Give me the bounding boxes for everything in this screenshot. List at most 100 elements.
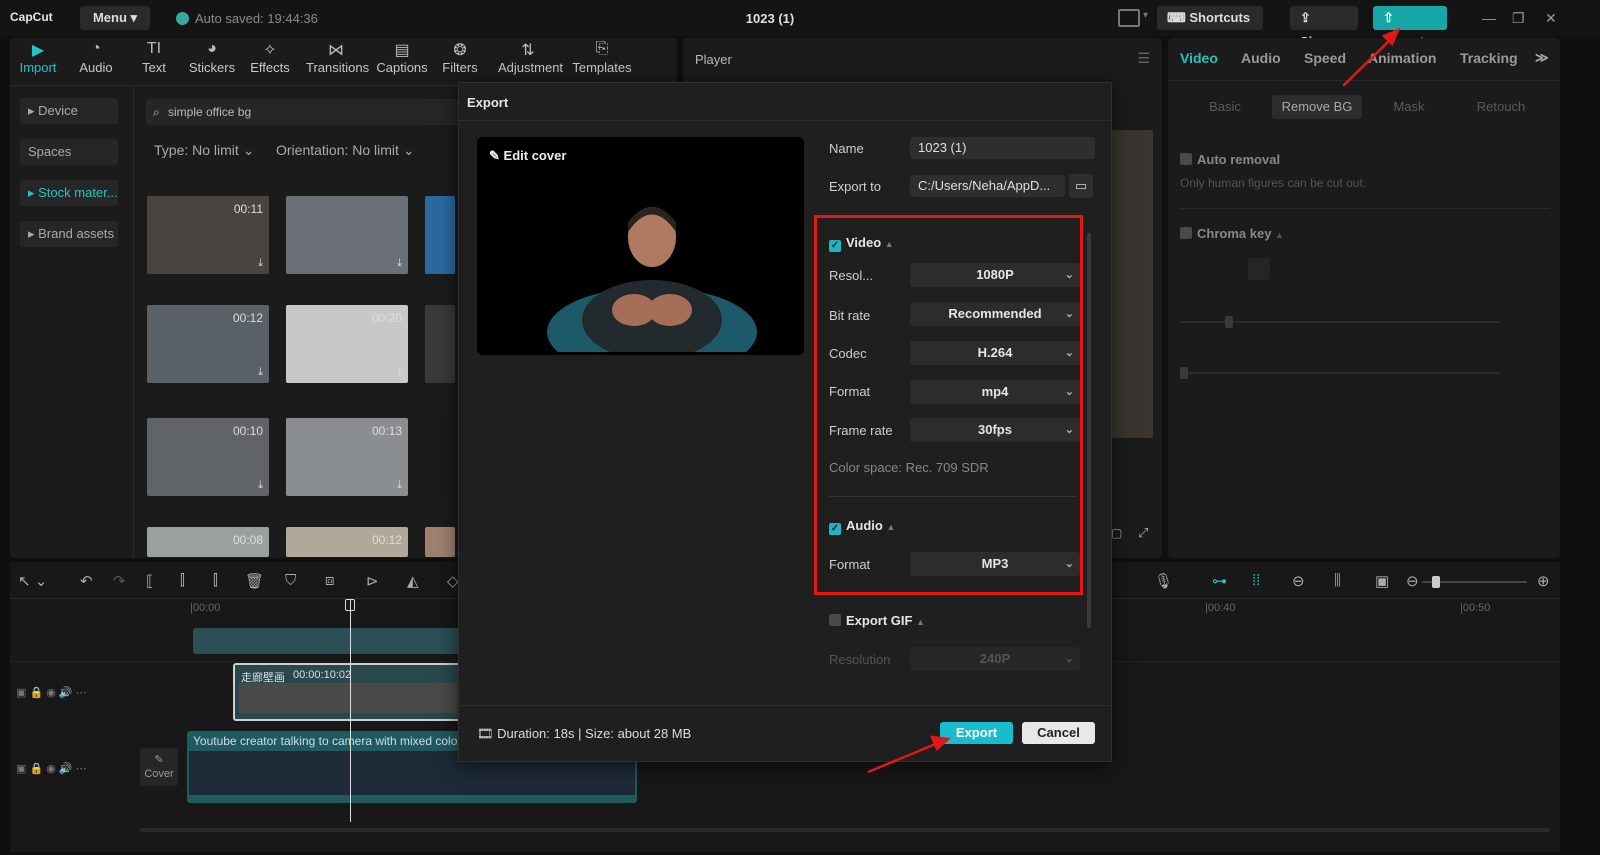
thumbnail-icon[interactable]: ▣: [1375, 572, 1389, 590]
stock-thumbnail[interactable]: ⤓: [286, 196, 408, 274]
stock-thumbnail[interactable]: 00:11 ⤓: [147, 196, 269, 274]
audio-format-dropdown[interactable]: MP3 ⌄: [910, 552, 1080, 576]
cancel-button[interactable]: Cancel: [1022, 722, 1095, 744]
player-menu-icon[interactable]: ☰: [1137, 50, 1150, 67]
bitrate-dropdown[interactable]: Recommended ⌄: [910, 302, 1080, 326]
freeze-icon[interactable]: ⧈: [325, 572, 335, 589]
split-icon[interactable]: ⟦: [146, 572, 153, 590]
split-left-icon[interactable]: ⫿: [180, 572, 185, 589]
slider-handle[interactable]: [1225, 316, 1233, 328]
layout-icon[interactable]: [1118, 9, 1140, 27]
subtab-retouch[interactable]: Retouch: [1456, 95, 1546, 119]
download-icon[interactable]: ⤓: [397, 479, 402, 492]
codec-dropdown[interactable]: H.264 ⌄: [910, 341, 1080, 365]
overlay-clip[interactable]: 走廊壁画 00:00:10:02: [233, 663, 463, 721]
ratio-icon[interactable]: ▢: [1111, 526, 1122, 540]
tool-tab-filters[interactable]: ❂ Filters: [430, 40, 490, 75]
download-icon[interactable]: ⤓: [258, 257, 263, 270]
sidebar-item-stock-material[interactable]: ▸ Stock mater...: [20, 180, 118, 206]
marker-icon[interactable]: ⛉: [285, 572, 296, 589]
color-picker-swatch[interactable]: [1248, 258, 1270, 280]
orientation-filter-dropdown[interactable]: Orientation: No limit ⌄: [276, 142, 415, 159]
rotate-icon[interactable]: ◇: [447, 572, 459, 590]
tool-tab-text[interactable]: TI Text: [124, 40, 184, 75]
subtab-remove-bg[interactable]: Remove BG: [1272, 95, 1362, 119]
shortcuts-button[interactable]: ⌨ Shortcuts: [1157, 6, 1263, 30]
search-input[interactable]: ⌕ simple office bg: [146, 99, 461, 125]
stock-thumbnail[interactable]: 00:10 ⤓: [147, 418, 269, 496]
stock-thumbnail[interactable]: 00:20 ⤓: [286, 305, 408, 383]
type-filter-dropdown[interactable]: Type: No limit ⌄: [154, 142, 254, 159]
export-path-input[interactable]: C:/Users/Neha/AppD...: [910, 175, 1065, 197]
sidebar-item-spaces[interactable]: Spaces: [20, 139, 118, 165]
tool-tab-transitions[interactable]: ⋈ Transitions: [306, 40, 369, 75]
zoom-slider-handle[interactable]: [1432, 576, 1440, 588]
playhead[interactable]: [350, 600, 351, 822]
stock-thumbnail[interactable]: [425, 305, 455, 383]
tool-tab-captions[interactable]: ▤ Captions: [372, 40, 432, 75]
undo-icon[interactable]: ↶: [80, 572, 93, 590]
folder-icon[interactable]: ▭: [1069, 174, 1093, 198]
close-icon[interactable]: ✕: [1545, 10, 1557, 27]
linkage-icon[interactable]: ⁞⁞: [1252, 572, 1260, 589]
select-tool-icon[interactable]: ↖ ⌄: [18, 572, 47, 590]
edit-cover-button[interactable]: ✎ Edit cover: [489, 148, 566, 164]
zoom-out-icon[interactable]: ⊖: [1406, 572, 1419, 590]
sidebar-item-brand-assets[interactable]: ▸ Brand assets: [20, 221, 118, 247]
zoom-in-icon[interactable]: ⊕: [1537, 572, 1550, 590]
mirror-icon[interactable]: ◭: [407, 572, 419, 590]
minimize-icon[interactable]: —: [1482, 10, 1496, 26]
restore-icon[interactable]: ❐: [1512, 10, 1525, 27]
shadow-slider[interactable]: [1180, 372, 1500, 374]
tab-tracking[interactable]: Tracking: [1460, 50, 1518, 66]
sidebar-item-device[interactable]: ▸ Device: [20, 98, 118, 124]
tool-tab-effects[interactable]: ✧ Effects: [240, 40, 300, 75]
reverse-icon[interactable]: ⊳: [366, 572, 379, 590]
name-input[interactable]: 1023 (1): [910, 137, 1095, 159]
tool-tab-import[interactable]: ▶ Import: [8, 40, 68, 75]
resolution-dropdown[interactable]: 1080P ⌄: [910, 263, 1080, 287]
delete-icon[interactable]: 🗑: [245, 572, 264, 590]
top-export-button[interactable]: ⇧ Export: [1373, 6, 1447, 49]
chevron-down-icon[interactable]: ▾: [1143, 10, 1148, 21]
chroma-key-checkbox[interactable]: Chroma key ▲: [1180, 226, 1284, 241]
gif-resolution-dropdown[interactable]: 240P ⌄: [910, 647, 1080, 671]
stock-thumbnail[interactable]: 00:08: [147, 527, 269, 557]
playhead-handle[interactable]: [345, 599, 355, 611]
cover-button[interactable]: ✎ Cover: [140, 748, 178, 786]
link-icon[interactable]: ⊖: [1292, 572, 1305, 590]
tab-video[interactable]: Video: [1180, 50, 1218, 66]
main-track-controls[interactable]: ▣ 🔒 ◉ 🔊 ⋯: [16, 762, 87, 775]
tab-speed[interactable]: Speed: [1304, 50, 1346, 66]
download-icon[interactable]: ⤓: [258, 479, 263, 492]
tool-tab-adjustment[interactable]: ⇅ Adjustment: [498, 40, 563, 75]
export-gif-checkbox[interactable]: Export GIF ▲: [829, 613, 925, 628]
download-icon[interactable]: ⤓: [397, 257, 402, 270]
timeline-scrollbar[interactable]: [140, 828, 1550, 832]
stock-thumbnail[interactable]: [425, 527, 455, 557]
track-controls[interactable]: ▣ 🔒 ◉ 🔊 ⋯: [16, 686, 87, 699]
tool-tab-audio[interactable]: ◔ Audio: [66, 40, 126, 75]
dialog-export-button[interactable]: Export: [940, 722, 1013, 744]
menu-button[interactable]: Menu ▾: [80, 6, 150, 30]
stock-thumbnail[interactable]: 00:12 ⤓: [147, 305, 269, 383]
magnet-icon[interactable]: ⊶: [1212, 572, 1227, 590]
cover-preview[interactable]: ✎ Edit cover: [477, 137, 804, 355]
fullscreen-icon[interactable]: ⤢: [1138, 525, 1148, 541]
redo-icon[interactable]: ↷: [113, 572, 126, 590]
subtab-mask[interactable]: Mask: [1364, 95, 1454, 119]
tool-tab-stickers[interactable]: ◕ Stickers: [182, 40, 242, 75]
stock-thumbnail[interactable]: [425, 418, 455, 496]
stock-thumbnail[interactable]: [425, 196, 455, 274]
settings-scrollbar[interactable]: [1087, 233, 1091, 628]
top-track-clip[interactable]: [193, 628, 463, 654]
video-checkbox[interactable]: ✓ Video ▲: [829, 235, 894, 252]
microphone-icon[interactable]: 🎙: [1154, 572, 1173, 590]
tab-audio[interactable]: Audio: [1241, 50, 1281, 66]
split-right-icon[interactable]: ⫿: [213, 572, 218, 589]
preview-axis-icon[interactable]: ⫼: [1334, 572, 1341, 589]
tab-animation[interactable]: Animation: [1368, 50, 1436, 66]
stock-thumbnail[interactable]: 00:13 ⤓: [286, 418, 408, 496]
stock-thumbnail[interactable]: 00:12: [286, 527, 408, 557]
subtab-basic[interactable]: Basic: [1180, 95, 1270, 119]
